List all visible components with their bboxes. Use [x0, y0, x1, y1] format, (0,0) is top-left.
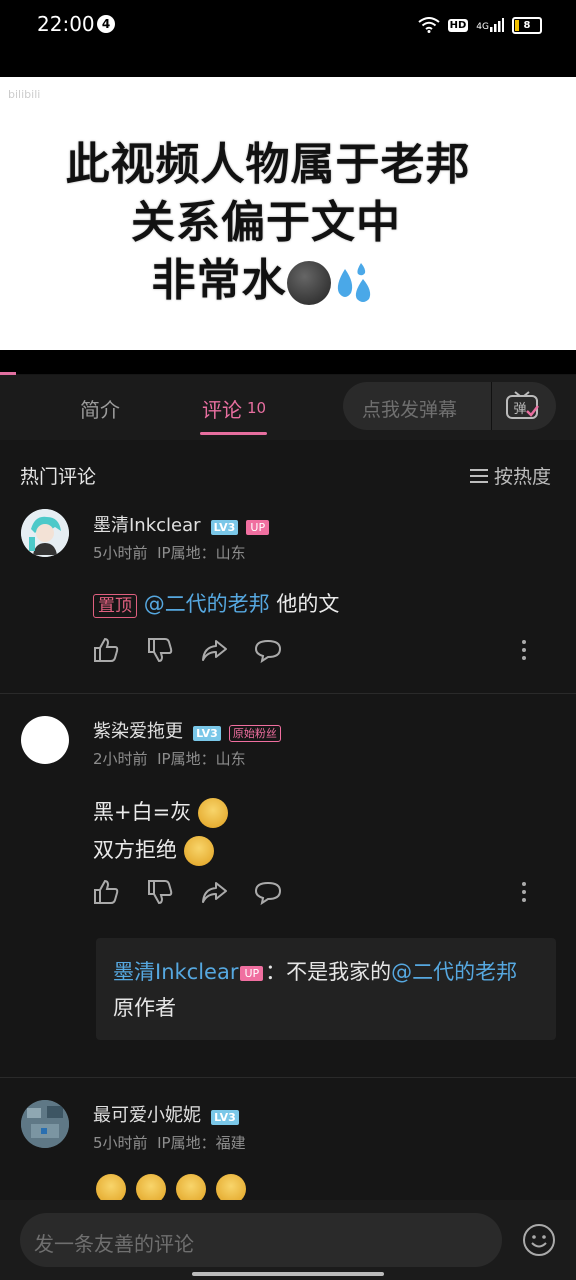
comment-ip: IP属地：福建: [157, 1134, 246, 1152]
signal-icon: 4G: [476, 18, 504, 32]
reply-icon[interactable]: [254, 636, 282, 664]
comment-username[interactable]: 墨清Inkclear: [93, 515, 201, 536]
comment-header: 最可爱小妮妮 LV3: [93, 1101, 239, 1127]
more-options-icon[interactable]: [518, 880, 530, 904]
home-indicator: [192, 1272, 384, 1276]
reply-icon[interactable]: [254, 878, 282, 906]
tab-active-indicator: [200, 432, 267, 435]
video-watermark: bilibili: [8, 88, 41, 101]
more-options-icon[interactable]: [518, 638, 530, 662]
share-icon[interactable]: [200, 878, 228, 906]
notification-count-badge: 4: [97, 15, 115, 33]
video-bottom-bar: [0, 350, 576, 374]
like-icon[interactable]: [92, 636, 120, 664]
hot-comments-title: 热门评论: [20, 466, 97, 488]
status-time: 22:00: [37, 12, 95, 36]
doge-emoji-icon: [183, 836, 214, 866]
sort-list-icon: [470, 469, 488, 483]
original-fan-badge: 原始粉丝: [228, 725, 281, 742]
danmaku-icon-text: 弹: [513, 402, 526, 417]
comment-username[interactable]: 紫染爱拖更: [93, 721, 183, 742]
share-icon[interactable]: [200, 636, 228, 664]
comment-header: 紫染爱拖更 LV3 原始粉丝: [93, 717, 281, 743]
mention-link[interactable]: @二代的老邦: [144, 592, 270, 616]
danmaku-divider: [491, 382, 492, 430]
signal-bars-icon: [490, 18, 504, 32]
comment-meta: 5小时前 IP属地：山东: [93, 542, 246, 563]
comment-text: 置顶 @二代的老邦 他的文: [93, 588, 339, 618]
doge-emoji-icon: [197, 798, 228, 828]
reply-preview-text: 墨清Inkclear UP ：不是我家的@二代的老邦 原作者: [113, 954, 533, 1026]
user-level-badge: LV3: [210, 520, 239, 535]
comment-time: 5小时前: [93, 1134, 148, 1152]
wifi-icon: [418, 17, 440, 33]
hd-badge: HD: [447, 18, 469, 32]
up-badge: UP: [240, 966, 264, 981]
divider: [0, 693, 576, 694]
comment-input-placeholder: 发一条友善的评论: [34, 1232, 194, 1256]
dislike-icon[interactable]: [146, 878, 174, 906]
network-type: 4G: [476, 22, 489, 32]
battery-level: 8: [523, 19, 531, 31]
video-caption-line-3: 非常水: [0, 244, 552, 308]
tab-comments[interactable]: 评论: [202, 394, 242, 423]
avatar[interactable]: [21, 509, 69, 557]
mention-link[interactable]: @二代的老邦: [391, 960, 517, 984]
reply-username[interactable]: 墨清Inkclear: [113, 960, 238, 984]
emoji-icon[interactable]: [522, 1223, 556, 1257]
up-badge: UP: [246, 520, 270, 535]
video-caption-line-1: 此视频人物属于老邦: [65, 139, 471, 190]
battery-icon: 8: [512, 16, 542, 34]
status-icons: HD 4G 8: [418, 14, 542, 36]
user-level-badge: LV3: [211, 1110, 239, 1125]
comment-line-1: 黑+白=灰: [93, 800, 192, 824]
comment-text: 黑+白=灰 双方拒绝: [93, 793, 228, 869]
comment-header: 墨清Inkclear LV3 UP: [93, 511, 270, 537]
danmaku-toggle-icon[interactable]: 弹: [503, 388, 541, 424]
sweat-drops-icon: [337, 263, 370, 302]
dark-moon-face-icon: [286, 261, 331, 305]
comment-ip: IP属地：山东: [157, 750, 246, 768]
comment-meta: 5小时前 IP属地：福建: [93, 1132, 246, 1153]
avatar[interactable]: [21, 716, 69, 764]
avatar[interactable]: [21, 1100, 69, 1148]
divider: [0, 1077, 576, 1078]
tab-comments-count: 10: [247, 399, 267, 417]
comment-time: 2小时前: [93, 750, 148, 768]
pinned-badge: 置顶: [93, 594, 137, 618]
danmaku-placeholder: 点我发弹幕: [362, 399, 458, 421]
dislike-icon[interactable]: [146, 636, 174, 664]
user-level-badge: LV3: [193, 726, 221, 741]
comment-ip: IP属地：山东: [157, 544, 246, 562]
tab-intro[interactable]: 简介: [80, 394, 120, 423]
video-caption-line-3-text: 非常水: [151, 255, 287, 306]
like-icon[interactable]: [92, 878, 120, 906]
reply-body: ：不是我家的: [265, 960, 392, 984]
comment-line-2: 双方拒绝: [93, 838, 177, 862]
comment-time: 5小时前: [93, 544, 148, 562]
anime-avatar-icon: [21, 509, 69, 557]
video-caption-line-2: 关系偏于文中: [131, 197, 401, 248]
comment-body: 他的文: [269, 592, 340, 616]
comment-username[interactable]: 最可爱小妮妮: [93, 1105, 201, 1126]
sort-label: 按热度: [494, 466, 552, 488]
reply-body-end: 原作者: [113, 996, 176, 1020]
comment-meta: 2小时前 IP属地：山东: [93, 748, 246, 769]
pixel-map-avatar-icon: [21, 1100, 69, 1148]
sort-button[interactable]: 按热度: [470, 462, 551, 489]
